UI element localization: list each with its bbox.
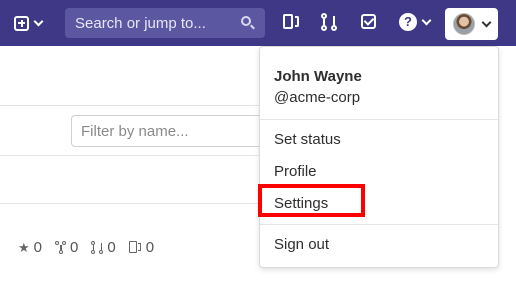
merge-request-icon [91, 241, 104, 254]
search-box[interactable]: Search or jump to... [65, 8, 265, 38]
menu-item-sign-out[interactable]: Sign out [274, 236, 329, 253]
user-dropdown-menu: John Wayne @acme-corp Set status Profile… [259, 46, 499, 268]
todo-check-icon[interactable] [360, 13, 380, 33]
menu-divider [260, 119, 498, 120]
divider [0, 155, 262, 156]
help-dropdown-button[interactable]: ? [399, 13, 432, 31]
search-icon [241, 16, 255, 30]
settings-highlight-box [258, 184, 365, 217]
chevron-down-icon [421, 15, 432, 25]
issues-icon [128, 241, 142, 254]
star-icon: ★ [18, 239, 30, 255]
top-navbar: Search or jump to... ? [0, 0, 516, 46]
fork-count[interactable]: 0 [55, 239, 78, 256]
new-dropdown-button[interactable] [14, 12, 50, 34]
plus-square-icon [14, 15, 29, 31]
user-handle: @acme-corp [274, 89, 361, 106]
help-icon: ? [399, 13, 417, 31]
menu-item-profile[interactable]: Profile [274, 163, 317, 180]
menu-item-set-status[interactable]: Set status [274, 131, 341, 148]
user-name: John Wayne [274, 68, 362, 85]
star-count[interactable]: ★ 0 [18, 239, 42, 256]
search-input[interactable]: Search or jump to... [75, 15, 241, 32]
divider [0, 203, 262, 204]
divider [0, 105, 262, 106]
filter-by-name-input[interactable] [71, 115, 271, 147]
avatar [453, 13, 475, 35]
issue-count[interactable]: 0 [128, 239, 154, 256]
project-stats: ★ 0 0 0 0 [18, 239, 167, 256]
merge-request-icon[interactable] [320, 13, 340, 33]
menu-divider [260, 224, 498, 225]
chevron-down-icon [481, 17, 492, 27]
merge-request-count[interactable]: 0 [91, 239, 116, 256]
chevron-down-icon [33, 16, 44, 26]
issues-icon[interactable] [282, 13, 302, 33]
fork-icon [55, 241, 66, 254]
user-menu-button[interactable] [445, 8, 498, 40]
